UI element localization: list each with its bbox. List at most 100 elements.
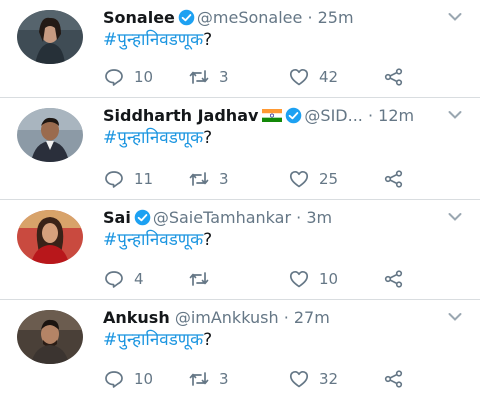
reply-icon xyxy=(105,69,123,86)
tweet-header: Siddharth Jadhav @SID... · 12m xyxy=(103,106,440,126)
reply-count: 4 xyxy=(134,270,144,288)
tweet-actions: 4 10 xyxy=(104,269,434,289)
hashtag-link[interactable]: #पुन्हानिवडणूक xyxy=(103,230,203,250)
tweet-text: #पुन्हानिवडणूक? xyxy=(103,30,212,50)
avatar[interactable] xyxy=(17,210,83,264)
heart-icon xyxy=(289,68,309,86)
tweet[interactable]: Sonalee @meSonalee · 25m #पुन्हानिवडणूक? … xyxy=(0,0,480,98)
separator: · xyxy=(283,308,289,327)
timestamp[interactable]: 3m xyxy=(306,208,332,227)
timestamp[interactable]: 25m xyxy=(318,8,354,27)
chevron-down-icon[interactable] xyxy=(448,110,462,120)
timestamp[interactable]: 12m xyxy=(378,106,414,125)
tweet-text: #पुन्हानिवडणूक? xyxy=(103,230,212,250)
tweet-text: #पुन्हानिवडणूक? xyxy=(103,330,212,350)
tweet-header: Ankush @imAnkkush · 27m xyxy=(103,308,440,328)
avatar-image xyxy=(17,108,83,162)
avatar[interactable] xyxy=(17,108,83,162)
timestamp[interactable]: 27m xyxy=(294,308,330,327)
share-icon xyxy=(384,270,403,288)
like-count: 42 xyxy=(319,68,339,86)
retweet-button[interactable] xyxy=(189,269,219,289)
share-button[interactable] xyxy=(384,67,404,87)
like-button[interactable]: 10 xyxy=(289,269,338,289)
tweet-actions: 11 3 25 xyxy=(104,169,434,189)
share-button[interactable] xyxy=(384,369,404,389)
author-handle[interactable]: @SID... xyxy=(304,106,362,125)
author-handle[interactable]: @meSonalee xyxy=(197,8,302,27)
reply-count: 10 xyxy=(134,68,154,86)
chevron-down-icon[interactable] xyxy=(448,12,462,22)
retweet-button[interactable]: 3 xyxy=(189,369,229,389)
heart-icon xyxy=(289,170,309,188)
tweet-actions: 10 3 42 xyxy=(104,67,434,87)
reply-count: 11 xyxy=(134,170,154,188)
like-button[interactable]: 25 xyxy=(289,169,338,189)
hashtag-link[interactable]: #पुन्हानिवडणूक xyxy=(103,128,203,148)
reply-icon xyxy=(105,171,123,188)
tweet[interactable]: Siddharth Jadhav @SID... · 12m #पुन्हानिव… xyxy=(0,98,480,200)
like-button[interactable]: 42 xyxy=(289,67,338,87)
tweet-actions: 10 3 32 xyxy=(104,369,434,389)
share-icon xyxy=(384,68,403,86)
reply-icon xyxy=(105,371,123,388)
tweet-text-suffix: ? xyxy=(203,230,213,250)
heart-icon xyxy=(289,370,309,388)
retweet-icon xyxy=(189,70,209,84)
like-count: 10 xyxy=(319,270,339,288)
verified-badge-icon xyxy=(286,107,302,124)
chevron-down-icon[interactable] xyxy=(448,212,462,222)
share-button[interactable] xyxy=(384,269,404,289)
retweet-count: 3 xyxy=(219,370,229,388)
tweet-text-suffix: ? xyxy=(203,330,213,350)
author-handle[interactable]: @imAnkkush xyxy=(175,308,279,327)
retweet-icon xyxy=(189,372,209,386)
avatar-image xyxy=(17,210,83,264)
retweet-button[interactable]: 3 xyxy=(189,67,229,87)
share-icon xyxy=(384,370,403,388)
author-name[interactable]: Ankush xyxy=(103,308,170,327)
author-name[interactable]: Sonalee xyxy=(103,8,175,27)
separator: · xyxy=(307,8,313,27)
reply-button[interactable]: 10 xyxy=(104,67,153,87)
share-icon xyxy=(384,170,403,188)
tweet[interactable]: Ankush @imAnkkush · 27m #पुन्हानिवडणूक? … xyxy=(0,300,480,400)
verified-badge-icon xyxy=(134,209,151,226)
chevron-down-icon[interactable] xyxy=(448,312,462,322)
retweet-button[interactable]: 3 xyxy=(189,169,229,189)
tweet-text-suffix: ? xyxy=(203,128,213,148)
retweet-count: 3 xyxy=(219,68,229,86)
retweet-icon xyxy=(189,172,209,186)
tweet[interactable]: Sai @SaieTamhankar · 3m #पुन्हानिवडणूक? 4… xyxy=(0,200,480,300)
reply-button[interactable]: 11 xyxy=(104,169,153,189)
retweet-icon xyxy=(189,272,209,286)
reply-count: 10 xyxy=(134,370,154,388)
author-name[interactable]: Sai xyxy=(103,208,131,227)
reply-button[interactable]: 4 xyxy=(104,269,144,289)
tweet-header: Sonalee @meSonalee · 25m xyxy=(103,8,440,28)
tweet-feed: Sonalee @meSonalee · 25m #पुन्हानिवडणूक? … xyxy=(0,0,480,400)
avatar-image xyxy=(17,310,83,364)
like-count: 32 xyxy=(319,370,339,388)
avatar[interactable] xyxy=(17,10,83,64)
verified-badge-icon xyxy=(178,9,195,26)
like-button[interactable]: 32 xyxy=(289,369,338,389)
avatar-image xyxy=(17,10,83,64)
hashtag-link[interactable]: #पुन्हानिवडणूक xyxy=(103,30,203,50)
avatar[interactable] xyxy=(17,310,83,364)
separator: · xyxy=(367,106,374,125)
india-flag-icon xyxy=(262,109,283,122)
share-button[interactable] xyxy=(384,169,404,189)
like-count: 25 xyxy=(319,170,339,188)
tweet-text: #पुन्हानिवडणूक? xyxy=(103,128,212,148)
retweet-count: 3 xyxy=(219,170,229,188)
reply-button[interactable]: 10 xyxy=(104,369,153,389)
tweet-text-suffix: ? xyxy=(203,30,213,50)
heart-icon xyxy=(289,270,309,288)
author-handle[interactable]: @SaieTamhankar xyxy=(153,208,291,227)
reply-icon xyxy=(105,271,123,288)
separator: · xyxy=(296,208,302,227)
hashtag-link[interactable]: #पुन्हानिवडणूक xyxy=(103,330,203,350)
tweet-header: Sai @SaieTamhankar · 3m xyxy=(103,208,440,228)
author-name[interactable]: Siddharth Jadhav xyxy=(103,106,258,125)
